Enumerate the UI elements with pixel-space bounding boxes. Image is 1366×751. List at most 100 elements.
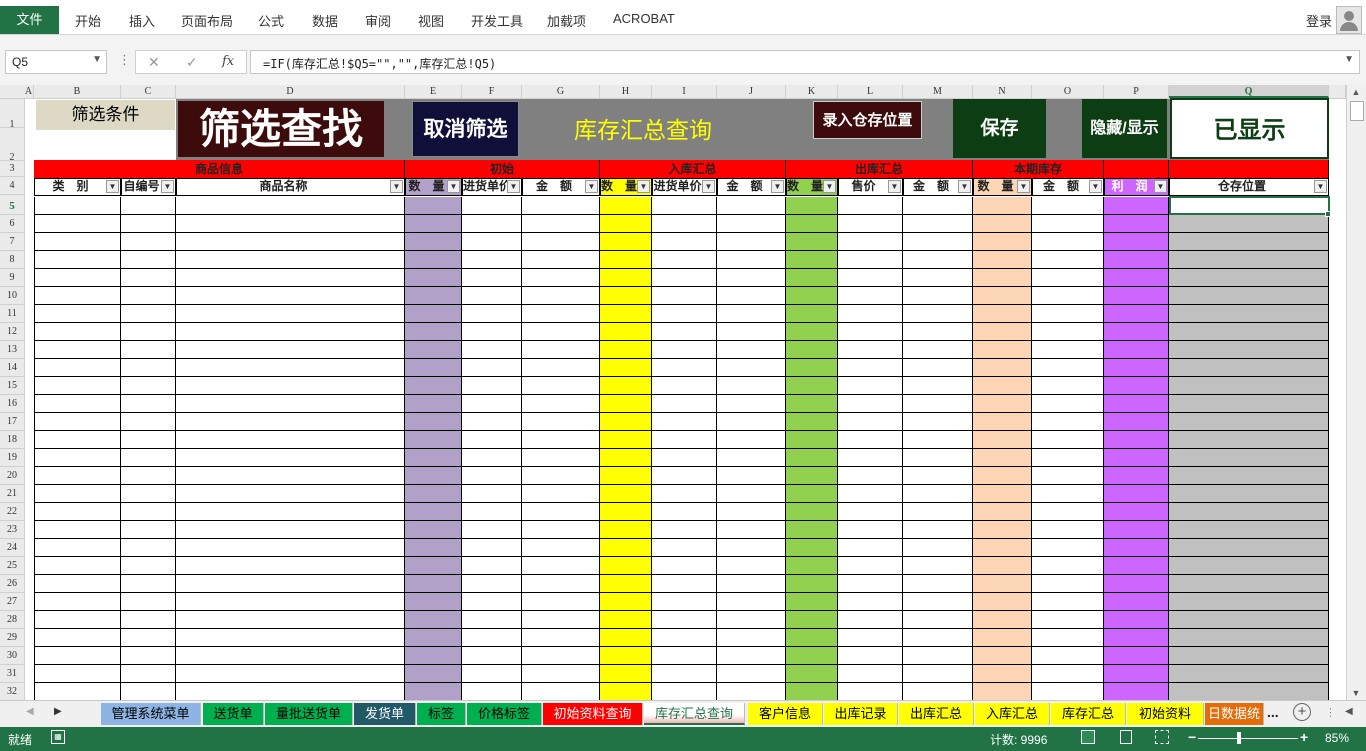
filter-dropdown-icon[interactable]: ▼ bbox=[637, 180, 650, 193]
header-out-amount[interactable]: 金 额 ▼ bbox=[903, 178, 973, 196]
row-header-13[interactable]: 13 bbox=[0, 341, 24, 359]
scroll-down-icon[interactable]: ▼ bbox=[1349, 686, 1363, 700]
sheet-tab-7[interactable]: 初始资料查询 bbox=[543, 703, 643, 725]
header-stock-amount[interactable]: 金 额 ▼ bbox=[1032, 178, 1104, 196]
sheet-tab-12[interactable]: 入库汇总 bbox=[975, 703, 1050, 725]
column-header-d[interactable]: D bbox=[176, 85, 405, 98]
expand-formula-icon[interactable]: ▼ bbox=[1344, 54, 1354, 65]
sheet-tab-8[interactable]: 库存汇总查询 bbox=[644, 703, 745, 725]
row-header-6[interactable]: 6 bbox=[0, 215, 24, 233]
header-product-name[interactable]: 商品名称 ▼ bbox=[176, 178, 405, 196]
filter-dropdown-icon[interactable]: ▼ bbox=[106, 180, 119, 193]
column-header-i[interactable]: I bbox=[652, 85, 717, 98]
page-break-view-icon[interactable] bbox=[1155, 730, 1169, 744]
column-header-j[interactable]: J bbox=[717, 85, 786, 98]
sheet-tab-11[interactable]: 出库汇总 bbox=[899, 703, 974, 725]
filter-dropdown-icon[interactable]: ▼ bbox=[161, 180, 174, 193]
column-header-o[interactable]: O bbox=[1032, 85, 1104, 98]
filter-dropdown-icon[interactable]: ▼ bbox=[1017, 180, 1030, 193]
column-header-p[interactable]: P bbox=[1104, 85, 1169, 98]
sheet-tab-14[interactable]: 初始资料 bbox=[1127, 703, 1204, 725]
add-sheet-icon[interactable]: + bbox=[1293, 703, 1311, 721]
save-button[interactable]: 保存 bbox=[953, 99, 1046, 158]
row-header-4[interactable]: 4 bbox=[0, 177, 24, 195]
tab-formulas[interactable]: 公式 bbox=[258, 11, 284, 30]
row-header-29[interactable]: 29 bbox=[0, 629, 24, 647]
column-header-n[interactable]: N bbox=[973, 85, 1032, 98]
enter-location-button[interactable]: 录入仓存位置 bbox=[813, 101, 922, 139]
header-category[interactable]: 类 别 ▼ bbox=[34, 178, 121, 196]
header-init-qty[interactable]: 数 量 ▼ bbox=[405, 178, 462, 196]
filter-dropdown-icon[interactable]: ▼ bbox=[888, 180, 901, 193]
column-header-c[interactable]: C bbox=[121, 85, 176, 98]
normal-view-icon[interactable] bbox=[1081, 730, 1095, 744]
login-link[interactable]: 登录 bbox=[1306, 11, 1332, 30]
zoom-out-icon[interactable]: − bbox=[1188, 729, 1196, 745]
row-header-10[interactable]: 10 bbox=[0, 287, 24, 305]
column-header-f[interactable]: F bbox=[462, 85, 522, 98]
filter-dropdown-icon[interactable]: ▼ bbox=[702, 180, 715, 193]
worksheet-grid[interactable]: ABCDEFGHIJKLMNOPQ 1 2 3 4 5 6 7 8 9 10 11 12 13 14 15 1… bbox=[0, 85, 1346, 700]
tab-insert[interactable]: 插入 bbox=[129, 11, 155, 30]
sheet-tab-2[interactable]: 送货单 bbox=[203, 703, 264, 725]
header-init-price[interactable]: 进货单价 ▼ bbox=[462, 178, 522, 196]
sheet-tab-5[interactable]: 标签 bbox=[417, 703, 466, 725]
row-header-16[interactable]: 16 bbox=[0, 395, 24, 413]
row-header-23[interactable]: 23 bbox=[0, 521, 24, 539]
header-in-qty[interactable]: 数 量 ▼ bbox=[600, 178, 652, 196]
column-header-k[interactable]: K bbox=[786, 85, 838, 98]
row-header-17[interactable]: 17 bbox=[0, 413, 24, 431]
zoom-in-icon[interactable]: + bbox=[1300, 729, 1308, 745]
row-header-26[interactable]: 26 bbox=[0, 575, 24, 593]
row-header-19[interactable]: 19 bbox=[0, 449, 24, 467]
formula-input[interactable]: =IF(库存汇总!$Q5="","",库存汇总!Q5) ▼ bbox=[250, 50, 1360, 74]
more-sheets[interactable]: ... bbox=[1267, 704, 1279, 720]
filter-dropdown-icon[interactable]: ▼ bbox=[1314, 180, 1327, 193]
filter-dropdown-icon[interactable]: ▼ bbox=[447, 180, 460, 193]
tab-home[interactable]: 开始 bbox=[75, 11, 101, 30]
row-header-30[interactable]: 30 bbox=[0, 647, 24, 665]
filter-dropdown-icon[interactable]: ▼ bbox=[771, 180, 784, 193]
row-header-8[interactable]: 8 bbox=[0, 251, 24, 269]
column-header-m[interactable]: M bbox=[903, 85, 973, 98]
row-header-11[interactable]: 11 bbox=[0, 305, 24, 323]
row-header-12[interactable]: 12 bbox=[0, 323, 24, 341]
sheet-tab-3[interactable]: 量批送货单 bbox=[265, 703, 353, 725]
filter-dropdown-icon[interactable]: ▼ bbox=[1089, 180, 1102, 193]
sheet-tab-4[interactable]: 发货单 bbox=[354, 703, 416, 725]
header-init-amount[interactable]: 金 额 ▼ bbox=[522, 178, 600, 196]
user-avatar-icon[interactable] bbox=[1336, 6, 1362, 34]
row-header-2[interactable]: 2 bbox=[0, 129, 24, 163]
shown-indicator[interactable]: 已显示 bbox=[1170, 98, 1329, 159]
tab-split-icon[interactable]: ⋮ bbox=[1325, 706, 1336, 719]
tab-view[interactable]: 视图 bbox=[418, 11, 444, 30]
cancel-filter-button[interactable]: 取消筛选 bbox=[412, 101, 519, 157]
column-header-b[interactable]: B bbox=[34, 85, 121, 98]
sheet-tab-10[interactable]: 出库记录 bbox=[824, 703, 898, 725]
column-header-h[interactable]: H bbox=[600, 85, 652, 98]
row-header-7[interactable]: 7 bbox=[0, 233, 24, 251]
sheet-tab-13[interactable]: 库存汇总 bbox=[1051, 703, 1126, 725]
filter-dropdown-icon[interactable]: ▼ bbox=[507, 180, 520, 193]
row-header-21[interactable]: 21 bbox=[0, 485, 24, 503]
active-cell-q5[interactable] bbox=[1169, 196, 1330, 215]
sheet-tab-1[interactable]: 管理系统菜单 bbox=[101, 703, 201, 725]
zoom-slider-track[interactable] bbox=[1198, 738, 1298, 739]
row-header-20[interactable]: 20 bbox=[0, 467, 24, 485]
vertical-scrollbar[interactable]: ▲ ▼ bbox=[1346, 85, 1366, 700]
filter-dropdown-icon[interactable]: ▼ bbox=[958, 180, 971, 193]
row-header-3[interactable]: 3 bbox=[0, 161, 24, 177]
header-out-price[interactable]: 售价 ▼ bbox=[838, 178, 903, 196]
chevron-down-icon[interactable]: ▼ bbox=[92, 54, 102, 65]
scroll-left-icon[interactable]: ◀ bbox=[1345, 706, 1353, 717]
filter-dropdown-icon[interactable]: ▼ bbox=[823, 180, 836, 193]
sheet-tab-6[interactable]: 价格标签 bbox=[467, 703, 542, 725]
tab-acrobat[interactable]: ACROBAT bbox=[613, 11, 675, 26]
confirm-icon[interactable]: ✓ bbox=[186, 54, 198, 71]
tab-addins[interactable]: 加载项 bbox=[547, 11, 586, 30]
macro-record-icon[interactable]: ▦ bbox=[51, 730, 65, 744]
scroll-thumb[interactable] bbox=[1350, 101, 1364, 121]
filter-search-button[interactable]: 筛选查找 bbox=[178, 101, 384, 157]
cancel-icon[interactable]: ✕ bbox=[148, 54, 160, 71]
filter-dropdown-icon[interactable]: ▼ bbox=[390, 180, 403, 193]
